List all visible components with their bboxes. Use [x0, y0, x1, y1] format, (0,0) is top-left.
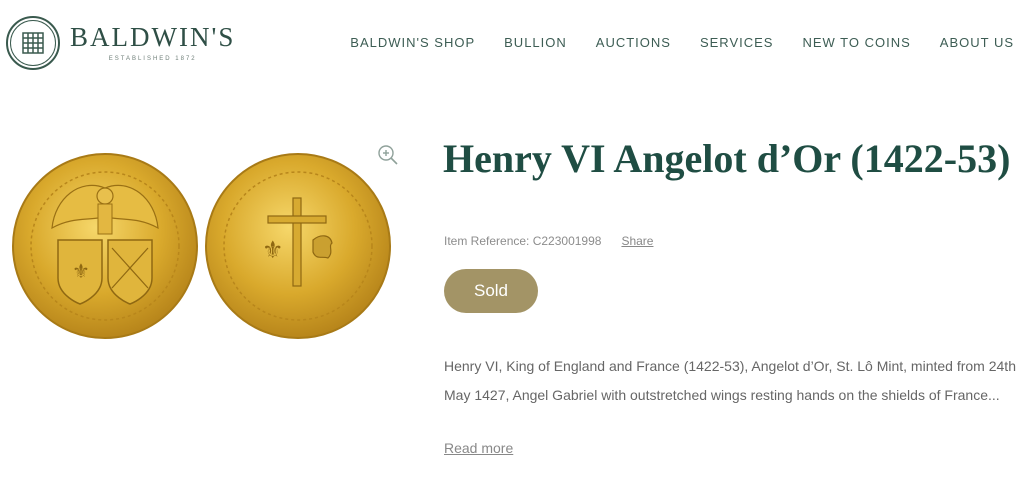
logo-emblem-icon	[6, 16, 60, 70]
product-description: Henry VI, King of England and France (14…	[444, 358, 1016, 403]
svg-text:⚜: ⚜	[72, 261, 90, 283]
coin-reverse-image: ⚜	[205, 153, 391, 339]
item-reference: Item Reference: C223001998	[444, 234, 602, 248]
sold-status-button[interactable]: Sold	[444, 269, 538, 313]
logo-name: BALDWIN'S	[70, 22, 236, 52]
svg-text:⚜: ⚜	[262, 237, 284, 264]
product-title: Henry VI Angelot d’Or (1422-53)	[443, 136, 1011, 181]
zoom-in-icon[interactable]	[377, 144, 399, 166]
item-reference-row: Item Reference: C223001998 Share	[444, 234, 653, 248]
logo-tagline: ESTABLISHED 1872	[108, 56, 197, 62]
read-more-link[interactable]: Read more	[444, 440, 513, 456]
site-logo[interactable]: BALDWIN'S ESTABLISHED 1872	[6, 14, 246, 72]
nav-item-bullion[interactable]: BULLION	[504, 35, 567, 50]
nav-item-about-us[interactable]: ABOUT US	[940, 35, 1014, 50]
main-nav: BALDWIN'S SHOP BULLION AUCTIONS SERVICES…	[321, 35, 1014, 50]
product-image[interactable]: ⚜ ⚜	[10, 148, 402, 348]
share-link[interactable]: Share	[621, 234, 653, 248]
nav-item-services[interactable]: SERVICES	[700, 35, 774, 50]
nav-item-shop[interactable]: BALDWIN'S SHOP	[350, 35, 475, 50]
coin-obverse-image: ⚜	[12, 153, 198, 339]
nav-item-auctions[interactable]: AUCTIONS	[596, 35, 671, 50]
nav-item-new-to-coins[interactable]: NEW TO COINS	[802, 35, 910, 50]
